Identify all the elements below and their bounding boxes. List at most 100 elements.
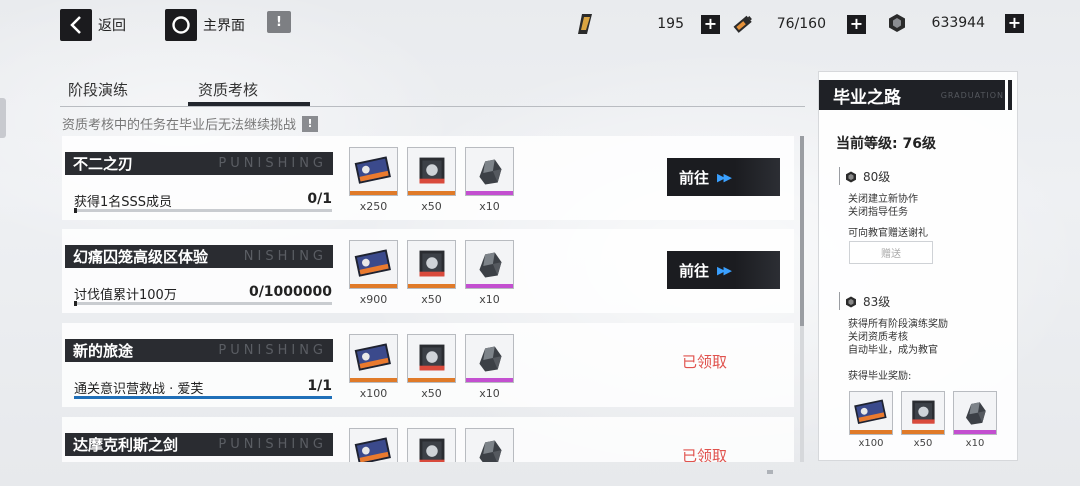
task-progress: 0/1	[307, 191, 332, 207]
go-button[interactable]: 前往 ▶▶	[667, 158, 780, 196]
notice: 资质考核中的任务在毕业后无法继续挑战 !	[62, 114, 319, 133]
tab-qualification[interactable]: 资质考核	[198, 79, 258, 100]
task-title: 幻痛囚笼高级区体验	[73, 248, 209, 266]
task-title: 不二之刃	[73, 155, 134, 173]
help-info-icon[interactable]: !	[267, 11, 291, 33]
resource-ticket: 195 +	[575, 12, 720, 36]
milestone-line: 关闭建立新协作	[848, 194, 918, 205]
task-progress: 1/1	[307, 378, 332, 394]
go-button[interactable]: 前往 ▶▶	[667, 251, 780, 289]
ore-icon	[465, 240, 514, 289]
reward-quantity: x10	[965, 438, 985, 449]
rarity-stripe	[408, 378, 455, 382]
title-watermark: PUNISHING	[218, 156, 327, 171]
milestone-level: 80级	[863, 170, 891, 184]
level-hex-icon	[846, 171, 856, 183]
reward-item[interactable]: x50	[407, 147, 456, 213]
chip-icon	[407, 428, 456, 462]
progress-bar	[74, 301, 332, 306]
panel-title: 毕业之路	[833, 87, 901, 108]
task-title-bar: 新的旅途 PUNISHING	[65, 339, 333, 362]
task-title-bar: 达摩克利斯之剑 PUNISHING	[65, 433, 333, 456]
reward-item[interactable]	[407, 428, 456, 462]
task-title: 新的旅途	[73, 342, 134, 360]
chip-icon	[407, 240, 456, 289]
supply-card-icon	[349, 147, 398, 196]
graduation-reward-item[interactable]: x50	[901, 391, 945, 449]
reward-item[interactable]	[465, 428, 514, 462]
graduation-reward-item[interactable]: x100	[849, 391, 893, 449]
tab-stage-drill[interactable]: 阶段演练	[68, 79, 128, 100]
go-button-label: 前往	[679, 168, 710, 187]
task-title-bar: 不二之刃 PUNISHING	[65, 152, 333, 175]
home-button[interactable]: 主界面	[165, 9, 245, 41]
coin-icon	[889, 14, 905, 32]
milestone-extra: 可向教官赠送谢礼	[848, 228, 928, 239]
progress-fill	[74, 396, 332, 399]
progress-start-marker	[74, 301, 77, 306]
battery-icon	[733, 15, 752, 33]
ticket-count: 195	[657, 16, 684, 32]
notice-info-icon[interactable]: !	[302, 115, 319, 132]
supply-card-icon	[349, 428, 398, 462]
reward-quantity: x50	[421, 387, 442, 400]
task-card: 新的旅途 PUNISHING 通关意识营救战 · 爱芙 1/1 x100 x50 x10 已领…	[62, 323, 794, 407]
add-ticket-button[interactable]: +	[701, 14, 720, 34]
reward-item[interactable]: x100	[349, 334, 398, 400]
double-arrow-icon: ▶▶	[717, 170, 732, 184]
panel-header-edge	[1005, 80, 1008, 110]
milestone-80: 80级 关闭建立新协作 关闭指导任务 可向教官赠送谢礼	[846, 170, 928, 240]
reward-quantity: x100	[359, 387, 388, 400]
title-watermark: PUNISHING	[218, 437, 327, 452]
task-description: 获得1名SSS成员	[74, 195, 173, 210]
add-stamina-button[interactable]: +	[847, 14, 866, 34]
graduation-reward-item[interactable]: x10	[953, 391, 997, 449]
reward-quantity: x50	[421, 200, 442, 213]
milestone-extra: 获得毕业奖励:	[848, 371, 912, 382]
task-title: 达摩克利斯之剑	[73, 436, 179, 454]
resource-coin: 633944 +	[886, 12, 1024, 34]
rarity-stripe	[850, 430, 892, 434]
progress-bar	[74, 396, 332, 399]
home-circle-icon	[165, 9, 197, 41]
chip-icon	[901, 391, 945, 435]
title-watermark: PUNISHING	[218, 343, 327, 358]
rarity-stripe	[350, 378, 397, 382]
milestone-line: 获得所有阶段演练奖励	[848, 319, 948, 330]
reward-item[interactable]: x900	[349, 240, 398, 306]
rarity-stripe	[902, 430, 944, 434]
reward-item[interactable]	[349, 428, 398, 462]
stamina-count: 76/160	[776, 16, 826, 32]
side-drawer-handle[interactable]	[0, 98, 6, 138]
reward-item[interactable]: x10	[465, 334, 514, 400]
supply-card-icon	[349, 240, 398, 289]
task-card: 达摩克利斯之剑 PUNISHING 已领取	[62, 417, 794, 462]
rarity-stripe	[466, 378, 513, 382]
rarity-stripe	[954, 430, 996, 434]
panel-header: 毕业之路 GRADUATION	[819, 80, 1012, 110]
scrollbar-thumb[interactable]	[800, 136, 804, 326]
timeline-line	[839, 292, 840, 310]
title-watermark: NISHING	[243, 249, 327, 264]
progress-start-marker	[74, 208, 77, 213]
back-button[interactable]: 返回	[60, 9, 126, 41]
go-button-label: 前往	[679, 261, 710, 280]
task-card: 幻痛囚笼高级区体验 NISHING 讨伐值累计100万 0/1000000 x900 x5…	[62, 229, 794, 313]
current-level: 当前等级: 76级	[836, 136, 936, 152]
supply-card-icon	[349, 334, 398, 383]
reward-item[interactable]: x10	[465, 147, 514, 213]
task-list[interactable]: 不二之刃 PUNISHING 获得1名SSS成员 0/1 x250 x50 x10 前往 ▶▶ 幻…	[62, 136, 794, 462]
reward-item[interactable]: x10	[465, 240, 514, 306]
ticket-icon	[578, 14, 592, 34]
reward-item[interactable]: x50	[407, 334, 456, 400]
reward-item[interactable]: x50	[407, 240, 456, 306]
task-title-bar: 幻痛囚笼高级区体验 NISHING	[65, 245, 333, 268]
milestone-line: 自动毕业，成为教官	[848, 345, 938, 356]
double-arrow-icon: ▶▶	[717, 263, 732, 277]
reward-item[interactable]: x250	[349, 147, 398, 213]
gift-button[interactable]: 赠送	[849, 241, 933, 264]
reward-quantity: x10	[479, 387, 500, 400]
home-label: 主界面	[203, 18, 245, 34]
add-coin-button[interactable]: +	[1005, 13, 1024, 33]
panel-subtitle: GRADUATION	[940, 90, 1004, 100]
